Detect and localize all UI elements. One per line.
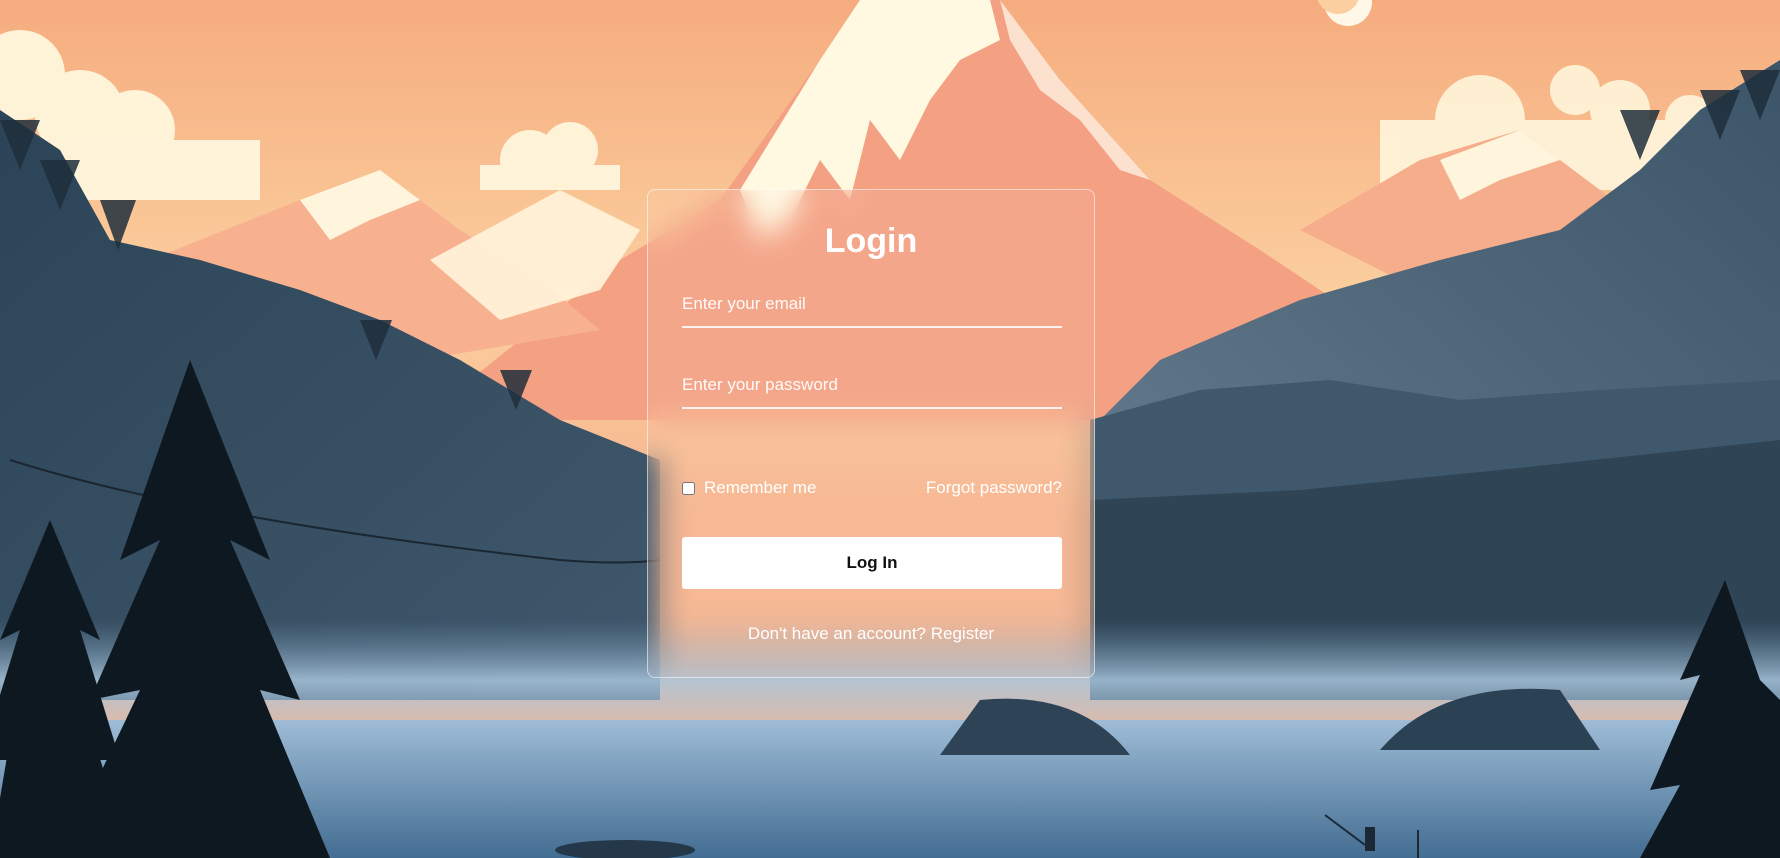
- register-prompt: Don't have an account?: [747, 624, 927, 643]
- forgot-password-link[interactable]: Forgot password?: [926, 478, 1062, 498]
- password-field-wrapper: [682, 363, 1062, 409]
- password-input[interactable]: [682, 363, 1062, 407]
- login-options-row: Remember me Forgot password?: [682, 476, 1062, 500]
- checkbox-icon[interactable]: [682, 481, 695, 495]
- remember-me[interactable]: Remember me: [682, 476, 816, 500]
- login-card: Login Remember me Forgot password? Log I…: [647, 189, 1095, 678]
- email-field-wrapper: [682, 282, 1062, 328]
- remember-me-label: Remember me: [704, 478, 817, 497]
- register-row: Don't have an account? Register: [648, 624, 1094, 644]
- email-input[interactable]: [682, 282, 1062, 326]
- login-title: Login: [824, 222, 918, 260]
- login-button[interactable]: Log In: [682, 537, 1062, 589]
- register-link[interactable]: Register: [931, 624, 994, 643]
